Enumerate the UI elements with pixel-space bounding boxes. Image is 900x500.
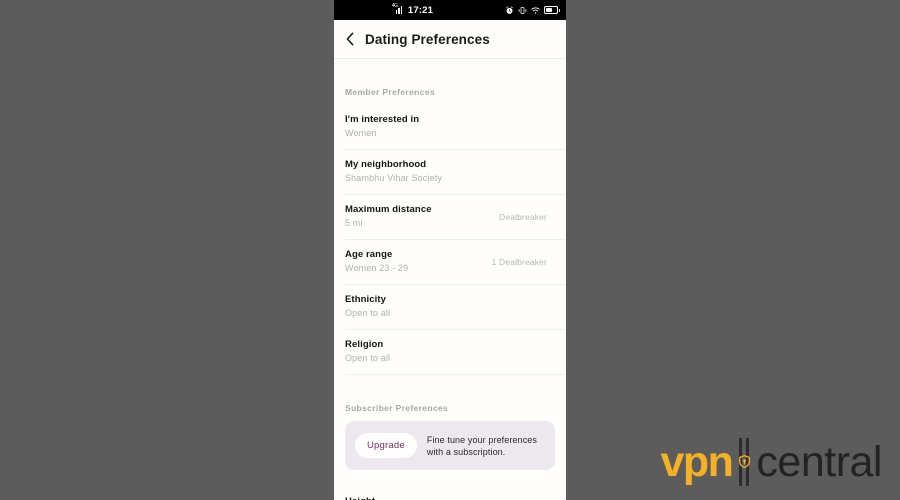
watermark-brand-first: vpn bbox=[660, 437, 733, 486]
phone-screen: 4G 17:21 Dating Preferences Member Prefe… bbox=[334, 0, 566, 500]
network-type-label: 4G bbox=[391, 3, 398, 9]
row-dealbreaker-badge: 1 Dealbreaker bbox=[491, 256, 547, 267]
back-chevron-icon[interactable] bbox=[344, 32, 356, 46]
row-subtitle: Shambhu Vihar Society bbox=[345, 173, 443, 183]
status-bar-clock: 17:21 bbox=[407, 4, 434, 16]
row-subtitle: Women bbox=[345, 128, 377, 138]
row-religion[interactable]: Religion Open to all bbox=[345, 330, 566, 375]
row-subtitle: Open to all bbox=[345, 308, 391, 318]
row-maximum-distance[interactable]: Maximum distance 5 mi Dealbreaker bbox=[345, 195, 566, 240]
vibrate-icon bbox=[518, 6, 527, 14]
row-texts: My neighborhood Shambhu Vihar Society bbox=[345, 158, 547, 185]
shield-glyph-icon bbox=[739, 455, 750, 468]
row-texts: Religion Open to all bbox=[345, 338, 547, 365]
subscription-upsell-card[interactable]: Upgrade Fine tune your preferences with … bbox=[345, 421, 555, 470]
upsell-text: Fine tune your preferences with a subscr… bbox=[427, 434, 537, 458]
row-height[interactable]: Height Open to all bbox=[345, 487, 566, 500]
wifi-icon bbox=[531, 6, 540, 14]
row-age-range[interactable]: Age range Women 23 - 29 1 Dealbreaker bbox=[345, 240, 566, 285]
row-title: Ethnicity bbox=[345, 294, 387, 305]
vpncentral-watermark: vpn central bbox=[660, 438, 882, 486]
row-title: Religion bbox=[345, 339, 384, 350]
row-dealbreaker-badge: Dealbreaker bbox=[499, 211, 547, 222]
row-texts: Maximum distance 5 mi bbox=[345, 203, 499, 230]
row-my-neighborhood[interactable]: My neighborhood Shambhu Vihar Society bbox=[345, 150, 566, 195]
section-header-subscriber-preferences: Subscriber Preferences bbox=[345, 403, 449, 413]
status-bar-right bbox=[505, 5, 560, 15]
row-ethnicity[interactable]: Ethnicity Open to all bbox=[345, 285, 566, 330]
upgrade-button[interactable]: Upgrade bbox=[355, 433, 417, 458]
upsell-text-line2: with a subscription. bbox=[426, 446, 506, 457]
row-title: I'm interested in bbox=[345, 114, 420, 125]
upsell-text-line1: Fine tune your preferences bbox=[426, 434, 538, 445]
alarm-clock-icon bbox=[506, 5, 513, 14]
row-title: Age range bbox=[345, 249, 393, 260]
status-bar: 4G 17:21 bbox=[334, 0, 566, 20]
battery-icon bbox=[544, 6, 560, 14]
page-title: Dating Preferences bbox=[365, 31, 490, 47]
shield-separator-icon bbox=[733, 438, 755, 486]
preferences-list: Member Preferences I'm interested in Wom… bbox=[334, 59, 566, 500]
row-texts: Age range Women 23 - 29 bbox=[345, 248, 492, 275]
row-subtitle: Women 23 - 29 bbox=[345, 263, 409, 273]
row-title: Height bbox=[345, 495, 540, 500]
row-interested-in[interactable]: I'm interested in Women bbox=[345, 105, 566, 150]
section-header-member-preferences: Member Preferences bbox=[345, 87, 435, 97]
upsell-wrapper: Upgrade Fine tune your preferences with … bbox=[334, 421, 566, 470]
app-bar: Dating Preferences bbox=[334, 20, 566, 59]
row-texts: Height Open to all bbox=[345, 495, 540, 500]
row-subtitle: Open to all bbox=[345, 353, 391, 363]
row-texts: Ethnicity Open to all bbox=[345, 293, 547, 320]
signal-bars-icon: 4G bbox=[392, 3, 405, 14]
row-texts: I'm interested in Women bbox=[345, 113, 547, 140]
row-subtitle: 5 mi bbox=[345, 218, 363, 228]
status-bar-left: 4G 17:21 bbox=[334, 3, 505, 16]
watermark-brand-second: central bbox=[756, 437, 882, 486]
row-title: Maximum distance bbox=[345, 204, 432, 215]
row-title: My neighborhood bbox=[345, 159, 427, 170]
